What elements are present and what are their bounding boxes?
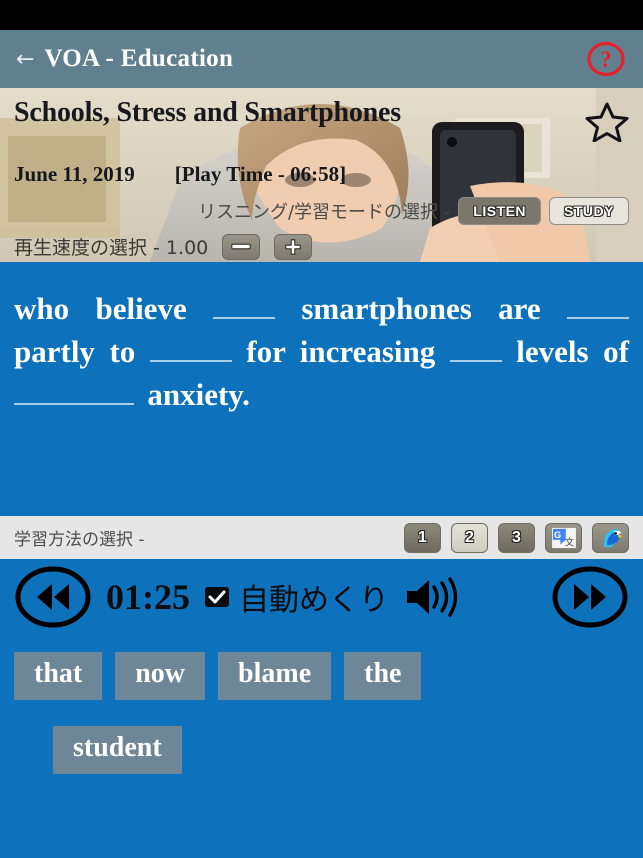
minus-icon (231, 243, 251, 250)
method-button-3[interactable]: 3 (498, 522, 535, 553)
autoflip-checkbox[interactable] (204, 585, 230, 609)
word-chip[interactable]: the (344, 652, 422, 700)
word-chip[interactable]: now (115, 652, 206, 700)
article-meta: June 11, 2019 [Play Time - 06:58] (14, 162, 629, 187)
word-chip[interactable]: that (14, 652, 103, 700)
hero-content: Schools, Stress and Smartphones June 11,… (0, 88, 643, 262)
speed-increase-button[interactable] (274, 233, 313, 260)
help-icon[interactable]: ? (585, 38, 627, 80)
sentence-blank[interactable] (566, 317, 629, 319)
sentence-blank[interactable] (149, 359, 232, 362)
rewind-button[interactable] (14, 566, 92, 628)
app-header-left: ← VOA - Education (16, 45, 233, 73)
hero-title-row: Schools, Stress and Smartphones (14, 97, 629, 143)
sentence-blank[interactable] (449, 359, 502, 362)
speaker-icon (407, 576, 458, 617)
sentence-word: are (498, 291, 541, 326)
sentence-word: anxiety. (147, 376, 250, 412)
rewind-icon (15, 566, 91, 627)
google-translate-button[interactable]: G 文 (545, 522, 582, 553)
svg-text:G: G (554, 530, 561, 540)
autoflip-toggle[interactable]: 自動めくり (204, 575, 389, 619)
speed-select-label: 再生速度の選択 - 1.00 (14, 237, 209, 259)
sentence-word: partly (14, 333, 95, 369)
back-arrow-icon[interactable]: ← (16, 49, 34, 71)
elapsed-time: 01:25 (106, 576, 190, 617)
parrot-icon (602, 528, 623, 547)
sentence-word: who (14, 291, 70, 326)
sentence-text: who believe smartphones are partly to fo… (14, 288, 629, 416)
article-date: June 11, 2019 (14, 162, 135, 186)
listen-mode-button[interactable]: LISTEN (458, 197, 542, 225)
status-bar (0, 0, 643, 30)
svg-text:?: ? (600, 47, 612, 72)
method-button-1[interactable]: 1 (404, 522, 441, 553)
forward-button[interactable] (551, 566, 629, 628)
forward-icon (552, 566, 628, 627)
word-bank: that now blame the student (0, 634, 643, 774)
study-method-bar: 学習方法の選択 - 1 2 3 G 文 (0, 516, 643, 559)
article-play-time: [Play Time - 06:58] (174, 162, 347, 186)
study-mode-button[interactable]: STUDY (549, 197, 629, 225)
google-translate-icon: G 文 (551, 527, 576, 548)
app-header: ← VOA - Education ? (0, 30, 643, 88)
method-button-2[interactable]: 2 (451, 522, 488, 553)
volume-button[interactable] (403, 575, 463, 619)
sentence-blank[interactable] (14, 402, 134, 405)
autoflip-label: 自動めくり (239, 582, 389, 618)
app-root: ← VOA - Education ? Schools, Stress and … (0, 0, 643, 858)
papago-button[interactable] (592, 522, 629, 553)
mode-select-row: リスニング/学習モードの選択 - LISTEN STUDY (14, 197, 629, 225)
sentence-word: increasing (299, 333, 436, 369)
sentence-word: for (246, 333, 286, 369)
speed-decrease-button[interactable] (222, 233, 261, 260)
sentence-word: smartphones (301, 291, 472, 326)
checkbox-checked-icon (205, 586, 229, 607)
mode-select-label: リスニング/学習モードの選択 - (197, 202, 451, 223)
sentence-blank[interactable] (213, 317, 276, 319)
sentence-word: to (109, 333, 136, 369)
sentence-word: of (603, 333, 629, 369)
article-title: Schools, Stress and Smartphones (14, 97, 401, 128)
player-controls: 01:25 自動めくり (0, 559, 643, 634)
svg-text:文: 文 (564, 536, 573, 548)
sentence-panel: who believe smartphones are partly to fo… (0, 262, 643, 516)
sentence-word: believe (95, 291, 187, 326)
word-chip[interactable]: student (53, 725, 182, 774)
page-title: VOA - Education (44, 45, 234, 72)
article-hero: Schools, Stress and Smartphones June 11,… (0, 88, 643, 262)
study-method-label: 学習方法の選択 - (14, 530, 145, 550)
word-chip[interactable]: blame (218, 652, 332, 700)
speed-select-row: 再生速度の選択 - 1.00 (14, 233, 629, 260)
favorite-star-icon[interactable] (585, 100, 629, 143)
sentence-word: levels (516, 333, 589, 369)
plus-icon (285, 238, 301, 255)
